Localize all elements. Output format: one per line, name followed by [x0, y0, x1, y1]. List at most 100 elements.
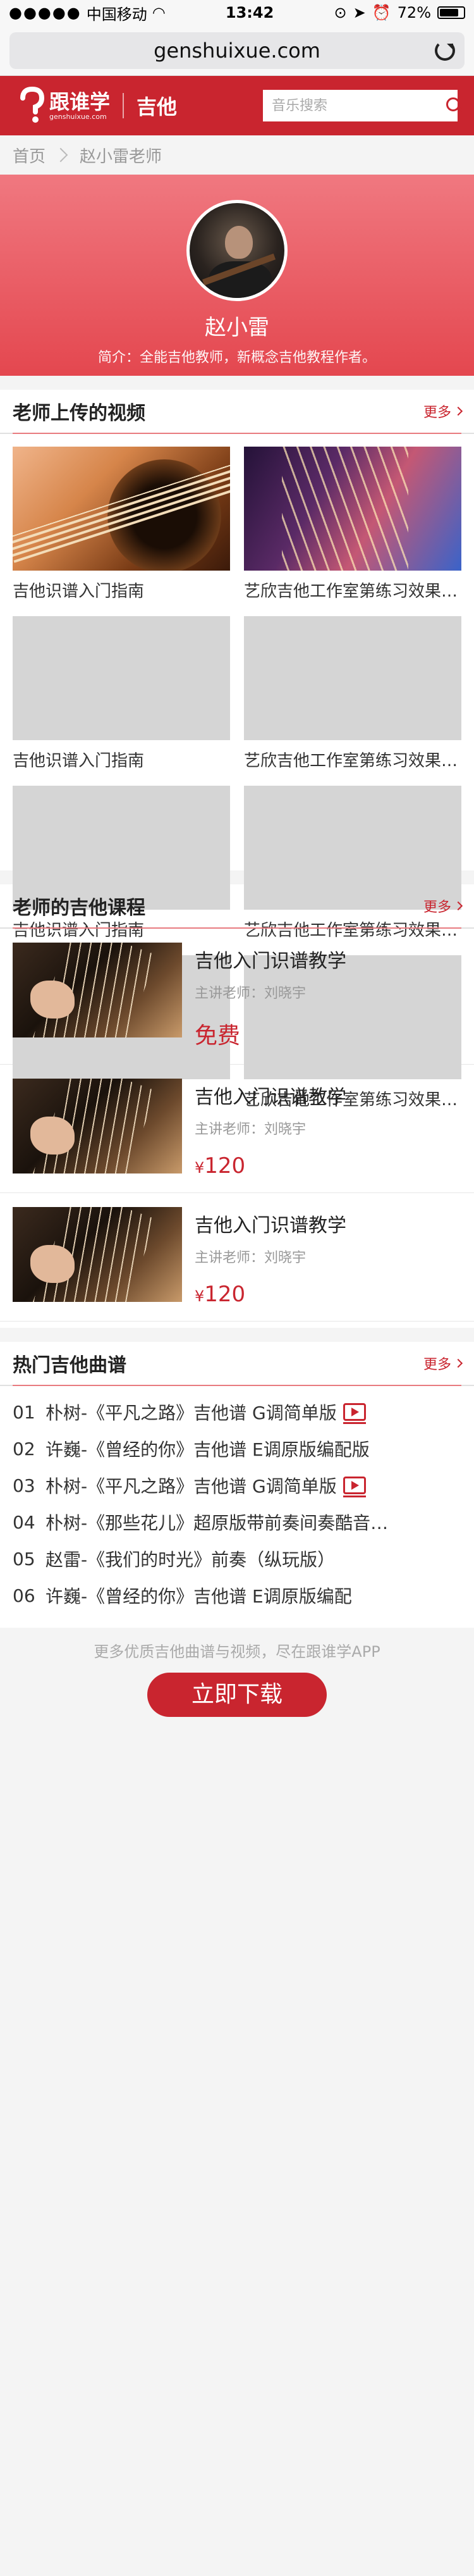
song-title[interactable]: 朴树-《那些花儿》超原版带前奏间奏酷音小样编配: [46, 1509, 399, 1535]
songs-section: 热门吉他曲谱 更多 01 朴树-《平凡之路》吉他谱 G调简单版 02 许巍-《曾经的…: [0, 1342, 474, 1628]
song-number: 03: [13, 1475, 35, 1496]
url-field[interactable]: genshuixue.com: [9, 32, 465, 69]
course-thumbnail[interactable]: [13, 943, 182, 1037]
price-value: 120: [204, 1282, 246, 1307]
chevron-right-icon: [453, 1358, 463, 1368]
header-divider: [123, 93, 125, 118]
price-value: 免费: [195, 1023, 241, 1049]
signal-icon: ●●●●●: [9, 4, 82, 22]
section-underline: [13, 1385, 461, 1386]
orientation-lock-icon: ⊙: [334, 4, 347, 22]
location-icon: ➤: [353, 4, 366, 22]
course-price: ¥120: [195, 1153, 346, 1179]
category-title: 吉他: [137, 95, 178, 119]
logo-question-icon: [20, 87, 45, 123]
course-thumbnail[interactable]: [13, 1079, 182, 1173]
video-icon[interactable]: [343, 1477, 366, 1497]
section-title: 老师上传的视频: [13, 402, 145, 424]
chevron-right-icon: [453, 901, 463, 911]
video-title[interactable]: 艺欣吉他工作室第练习效果展示: [244, 748, 461, 771]
more-label: 更多: [423, 900, 451, 915]
courses-header: 老师的吉他课程 更多: [0, 884, 474, 929]
wifi-icon: ◠: [152, 4, 166, 22]
carrier-label: 中国移动: [86, 5, 147, 23]
video-title[interactable]: 吉他识谱入门指南: [13, 748, 230, 771]
song-item[interactable]: 05 赵雷-《我们的时光》前奏（纵玩版）: [13, 1540, 461, 1577]
site-logo[interactable]: 跟谁学 genshuixue.com: [16, 87, 110, 125]
song-title[interactable]: 许巍-《曾经的你》吉他谱 E调原版编配版: [46, 1436, 370, 1461]
section-title: 老师的吉他课程: [13, 897, 145, 919]
more-link[interactable]: 更多: [423, 896, 463, 916]
course-title[interactable]: 吉他入门识谱教学: [195, 945, 346, 973]
video-title[interactable]: 艺欣吉他工作室第练习效果展示: [244, 578, 461, 602]
chevron-right-icon: [53, 147, 68, 163]
song-title[interactable]: 朴树-《平凡之路》吉他谱 G调简单版: [46, 1473, 337, 1498]
status-time: 13:42: [225, 4, 274, 22]
song-number: 06: [13, 1585, 35, 1606]
song-item[interactable]: 02 许巍-《曾经的你》吉他谱 E调原版编配版: [13, 1430, 461, 1467]
reload-icon[interactable]: [435, 40, 455, 61]
course-title[interactable]: 吉他入门识谱教学: [195, 1081, 346, 1109]
course-item[interactable]: 吉他入门识谱教学 主讲老师：刘晓宇 ¥120: [0, 1193, 474, 1322]
video-thumbnail-placeholder[interactable]: [13, 616, 230, 740]
video-card[interactable]: 吉他识谱入门指南: [13, 616, 230, 786]
ios-status-bar: ●●●●● 中国移动 ◠ 13:42 ⊙ ➤ ⏰ 72%: [0, 0, 474, 25]
song-item[interactable]: 01 朴树-《平凡之路》吉他谱 G调简单版: [13, 1394, 461, 1430]
status-right: ⊙ ➤ ⏰ 72%: [334, 4, 465, 22]
section-underline: [13, 433, 461, 434]
song-title[interactable]: 赵雷-《我们的时光》前奏（纵玩版）: [46, 1546, 335, 1571]
currency-symbol: ¥: [195, 1287, 205, 1305]
song-item[interactable]: 06 许巍-《曾经的你》吉他谱 E调原版编配: [13, 1577, 461, 1614]
app-header: 跟谁学 genshuixue.com 吉他: [0, 76, 474, 135]
song-number: 02: [13, 1438, 35, 1459]
video-card[interactable]: 艺欣吉他工作室第练习效果展示: [244, 616, 461, 786]
price-value: 120: [204, 1153, 246, 1179]
songs-header: 热门吉他曲谱 更多: [0, 1342, 474, 1386]
battery-percent: 72%: [397, 4, 431, 22]
song-title[interactable]: 许巍-《曾经的你》吉他谱 E调原版编配: [46, 1583, 352, 1608]
video-card[interactable]: 艺欣吉他工作室第练习效果展示: [244, 786, 461, 955]
download-button[interactable]: 立即下载: [147, 1673, 327, 1717]
browser-url-bar: genshuixue.com: [0, 25, 474, 76]
song-item[interactable]: 04 朴树-《那些花儿》超原版带前奏间奏酷音小样编配: [13, 1504, 461, 1540]
video-title[interactable]: 吉他识谱入门指南: [13, 578, 230, 602]
more-link[interactable]: 更多: [423, 1353, 463, 1373]
footer-note: 更多优质吉他曲谱与视频，尽在跟谁学APP: [94, 1643, 380, 1661]
more-link[interactable]: 更多: [423, 401, 463, 421]
video-icon[interactable]: [343, 1403, 366, 1424]
videos-section: 老师上传的视频 更多 吉他识谱入门指南 艺欣吉他工作室第练习效果展示 吉他识谱入…: [0, 390, 474, 1110]
search-icon[interactable]: [446, 97, 460, 114]
app-download-footer: 更多优质吉他曲谱与视频，尽在跟谁学APP 立即下载: [0, 1628, 474, 1717]
course-teacher: 主讲老师：刘晓宇: [195, 1250, 307, 1266]
more-label: 更多: [423, 1357, 451, 1373]
course-price: 免费: [195, 1017, 346, 1050]
teacher-profile: 赵小雷 简介：全能吉他教师，新概念吉他教程作者。: [0, 175, 474, 376]
search-input[interactable]: [270, 97, 446, 115]
alarm-icon: ⏰: [372, 4, 391, 22]
video-thumbnail[interactable]: [13, 447, 230, 571]
video-thumbnail-placeholder[interactable]: [244, 616, 461, 740]
breadcrumb-current: 赵小雷老师: [80, 147, 162, 166]
videos-header: 老师上传的视频 更多: [0, 390, 474, 434]
song-item[interactable]: 03 朴树-《平凡之路》吉他谱 G调简单版: [13, 1467, 461, 1504]
video-card[interactable]: 吉他识谱入门指南: [13, 447, 230, 616]
search-box[interactable]: [263, 90, 460, 121]
breadcrumb-home[interactable]: 首页: [13, 144, 46, 167]
section-underline: [13, 927, 461, 929]
chevron-right-icon: [453, 406, 463, 416]
course-teacher: 主讲老师：刘晓宇: [195, 1122, 307, 1137]
avatar: [186, 200, 288, 301]
song-title[interactable]: 朴树-《平凡之路》吉他谱 G调简单版: [46, 1399, 337, 1425]
video-card[interactable]: 吉他识谱入门指南: [13, 786, 230, 955]
currency-symbol: ¥: [195, 1159, 205, 1177]
video-card[interactable]: 艺欣吉他工作室第练习效果展示: [244, 447, 461, 616]
logo-domain: genshuixue.com: [49, 113, 107, 121]
teacher-intro: 简介：全能吉他教师，新概念吉他教程作者。: [97, 350, 376, 366]
video-thumbnail[interactable]: [244, 447, 461, 571]
course-title[interactable]: 吉他入门识谱教学: [195, 1210, 346, 1237]
song-number: 01: [13, 1401, 35, 1423]
url-text: genshuixue.com: [154, 38, 320, 63]
breadcrumb: 首页 赵小雷老师: [0, 135, 474, 175]
course-thumbnail[interactable]: [13, 1207, 182, 1302]
song-list: 01 朴树-《平凡之路》吉他谱 G调简单版 02 许巍-《曾经的你》吉他谱 E调原版…: [0, 1386, 474, 1628]
